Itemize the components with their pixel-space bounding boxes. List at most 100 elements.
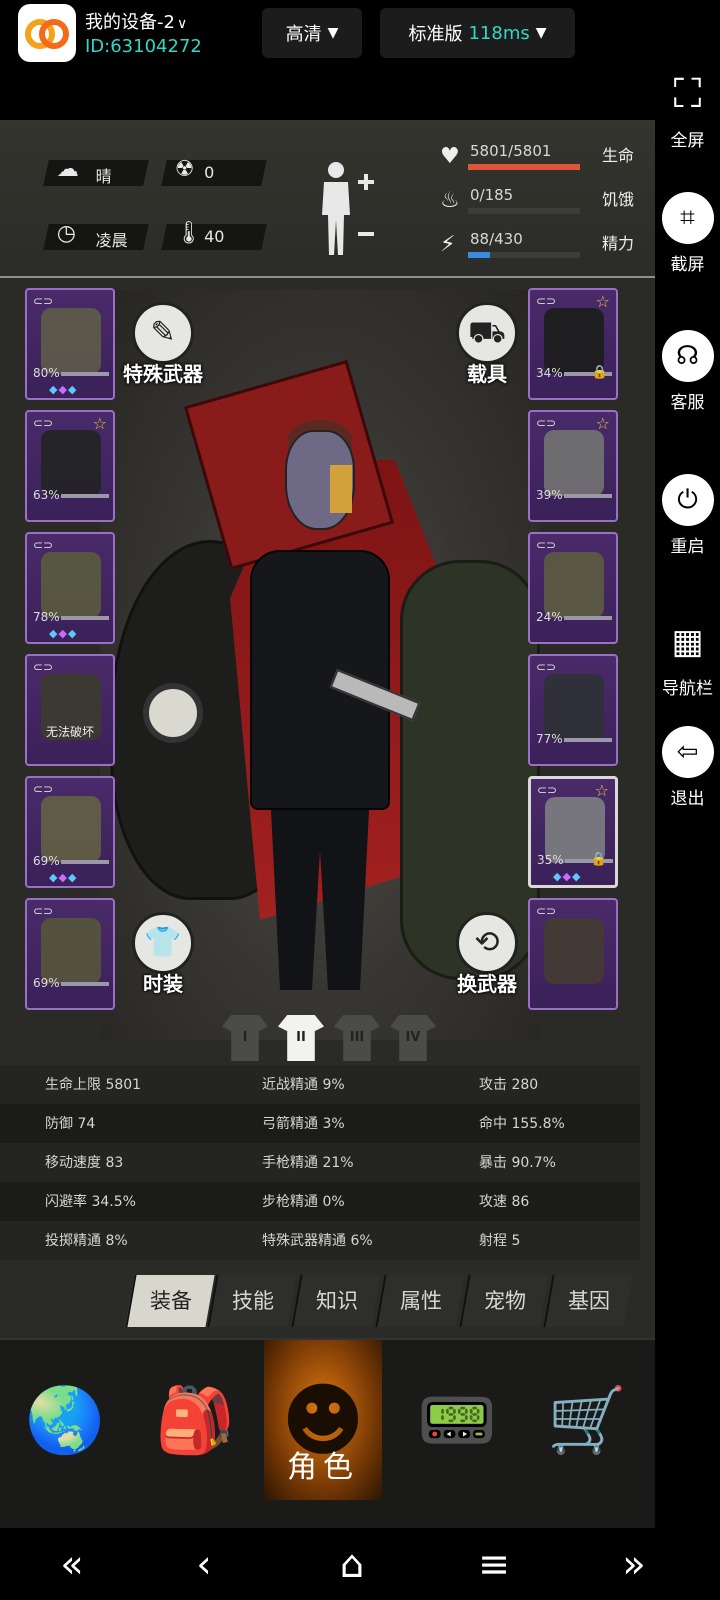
dropdown-arrow-icon: ▼ — [535, 25, 547, 41]
menu-icon: ≡ — [478, 1542, 510, 1586]
stat-row: 投掷精通 8% 特殊武器精通 6% 射程 5 — [0, 1221, 640, 1260]
link-icon: ⊂⊃ — [536, 660, 557, 674]
durability-bar — [564, 738, 612, 742]
durability-value: 69% — [33, 854, 60, 868]
crop-icon: ⌗ — [661, 192, 714, 244]
weather-value: 晴 — [95, 167, 112, 186]
durability-bar — [61, 372, 109, 376]
equipment-slot-boots[interactable]: ⊂⊃ 69% — [25, 898, 115, 1010]
headset-icon: ☊ — [661, 330, 714, 382]
cloud-phone-topbar: 我的设备-2 ∨ ID:63104272 高清 ▼ 标准版 118ms ▼ — [0, 0, 720, 68]
durability-value: 35% — [537, 853, 564, 867]
screenshot-button[interactable]: ⌗ 截屏 — [655, 192, 720, 302]
tab-equipment[interactable]: 装备 — [125, 1275, 215, 1327]
stat-cell: 近战精通 9% — [262, 1077, 345, 1093]
home-button[interactable]: ⌂ — [322, 1538, 382, 1590]
stat-cell: 射程 5 — [479, 1233, 521, 1249]
exit-icon: ⇦ — [661, 726, 714, 778]
stat-cell: 弓箭精通 3% — [262, 1116, 345, 1132]
health-bar — [468, 164, 580, 170]
equipment-slot-camo-pants[interactable]: ⊂⊃ 69% ◆◆◆ — [25, 776, 115, 888]
back-button[interactable]: ‹ — [174, 1538, 234, 1590]
mode-label: 标准版 — [408, 24, 463, 45]
durability-value: 69% — [33, 976, 60, 990]
character-stats-table: 生命上限 5801 近战精通 9% 攻击 280 防御 74 弓箭精通 3% 命… — [0, 1065, 640, 1260]
app-logo — [18, 4, 76, 62]
mode-dropdown[interactable]: 标准版 118ms ▼ — [380, 8, 575, 58]
fullscreen-button[interactable]: ⛶ 全屏 — [655, 68, 720, 178]
gem-icon: ◆ — [562, 870, 572, 883]
fullscreen-icon: ⛶ — [673, 71, 702, 117]
hunger-value: 0/185 — [470, 186, 514, 204]
cloud-sun-icon: ☁ — [56, 157, 79, 182]
exit-label: 退出 — [670, 789, 705, 809]
nav-inventory[interactable]: 🎒 — [130, 1340, 260, 1500]
motorcycle-icon: ⛟ — [456, 302, 518, 364]
fashion-label: 时装 — [143, 972, 183, 996]
equipment-slot-helmet[interactable]: ⊂⊃ 80% ◆◆◆ — [25, 288, 115, 400]
equipment-slot-shield[interactable]: ⊂⊃ 77% — [528, 654, 618, 766]
weather-chip: ☁ 晴 — [43, 157, 149, 186]
equipment-slot-backpack[interactable]: ⊂⊃ 无法破坏 — [25, 654, 115, 766]
special-weapon-button[interactable]: ✎ 特殊武器 — [123, 302, 203, 387]
nav-radio[interactable]: 📟 — [392, 1340, 522, 1500]
lock-icon: 🔒 — [590, 852, 607, 867]
durability-bar — [61, 982, 109, 986]
quality-dropdown[interactable]: 高清 ▼ — [262, 8, 362, 58]
tab-skills[interactable]: 技能 — [207, 1275, 297, 1327]
tab-genes[interactable]: 基因 — [543, 1275, 633, 1327]
equipment-slot-revolver[interactable]: ⊂⊃ ☆ 35% 🔒 ◆◆◆ — [528, 776, 618, 888]
double-chevron-right-icon: » — [622, 1542, 646, 1586]
health-bar-fill — [468, 164, 580, 170]
double-forward-button[interactable]: » — [604, 1538, 664, 1590]
temperature-chip: 🌡 40 — [161, 221, 267, 250]
swap-weapon-label: 换武器 — [457, 972, 517, 996]
radiation-chip: ☢ 0 — [161, 157, 267, 186]
tab-attributes[interactable]: 属性 — [375, 1275, 465, 1327]
outfit-preset-3[interactable]: III — [334, 1015, 380, 1065]
nav-character[interactable]: ☻ 角色 — [264, 1340, 382, 1500]
stat-cell: 手枪精通 21% — [262, 1155, 354, 1171]
link-icon: ⊂⊃ — [33, 416, 54, 430]
body-status-button[interactable] — [318, 160, 378, 264]
hunger-icon: ♨ — [440, 188, 460, 213]
shirt-icon: I — [222, 1015, 268, 1061]
navbar-button[interactable]: ▦ 导航栏 — [655, 616, 720, 726]
device-name-dropdown[interactable]: 我的设备-2 ∨ — [85, 8, 187, 34]
swap-weapon-button[interactable]: ⟲ 换武器 — [452, 912, 522, 997]
equipment-slot-vest[interactable]: ⊂⊃ 24% — [528, 532, 618, 644]
vehicle-button[interactable]: ⛟ 载具 — [452, 302, 522, 387]
outfit-preset-4[interactable]: IV — [390, 1015, 436, 1065]
tab-knowledge[interactable]: 知识 — [291, 1275, 381, 1327]
nav-world[interactable]: 🌏 — [0, 1340, 130, 1500]
menu-button[interactable]: ≡ — [464, 1538, 524, 1590]
restart-label: 重启 — [670, 537, 705, 557]
exit-button[interactable]: ⇦ 退出 — [655, 726, 720, 836]
equipment-slot-camo-jacket[interactable]: ⊂⊃ 78% ◆◆◆ — [25, 532, 115, 644]
grenade-icon — [544, 918, 604, 984]
equipment-slot-gas-mask[interactable]: ⊂⊃ ☆ 39% — [528, 410, 618, 522]
health-value: 5801/5801 — [470, 142, 552, 160]
nav-shop[interactable]: 🛒 — [522, 1340, 652, 1500]
gas-mask-icon — [544, 430, 604, 496]
fashion-button[interactable]: 👕 时装 — [128, 912, 198, 997]
outfit-preset-1[interactable]: I — [222, 1015, 268, 1065]
double-back-button[interactable]: « — [42, 1538, 102, 1590]
ping-value: 118ms — [468, 22, 530, 44]
tab-pets[interactable]: 宠物 — [459, 1275, 549, 1327]
link-icon: ⊂⊃ — [536, 416, 557, 430]
stat-row: 防御 74 弓箭精通 3% 命中 155.8% — [0, 1104, 640, 1143]
boots-icon — [41, 918, 101, 984]
jacket-icon — [41, 430, 101, 496]
durability-value: 63% — [33, 488, 60, 502]
customer-service-button[interactable]: ☊ 客服 — [655, 330, 720, 440]
outfit-preset-2[interactable]: II — [278, 1015, 324, 1065]
link-icon: ⊂⊃ — [33, 660, 54, 674]
restart-button[interactable]: ⏻ 重启 — [655, 474, 720, 584]
energy-label: 精力 — [601, 234, 634, 253]
time-value: 凌晨 — [95, 231, 128, 250]
gem-icon: ◆ — [67, 627, 78, 640]
gem-sockets: ◆◆◆ — [49, 383, 77, 396]
game-bottom-nav: 🌏 🎒 ☻ 角色 📟 🛒 — [0, 1338, 655, 1530]
equipment-slot-jacket[interactable]: ⊂⊃ ☆ 63% — [25, 410, 115, 522]
